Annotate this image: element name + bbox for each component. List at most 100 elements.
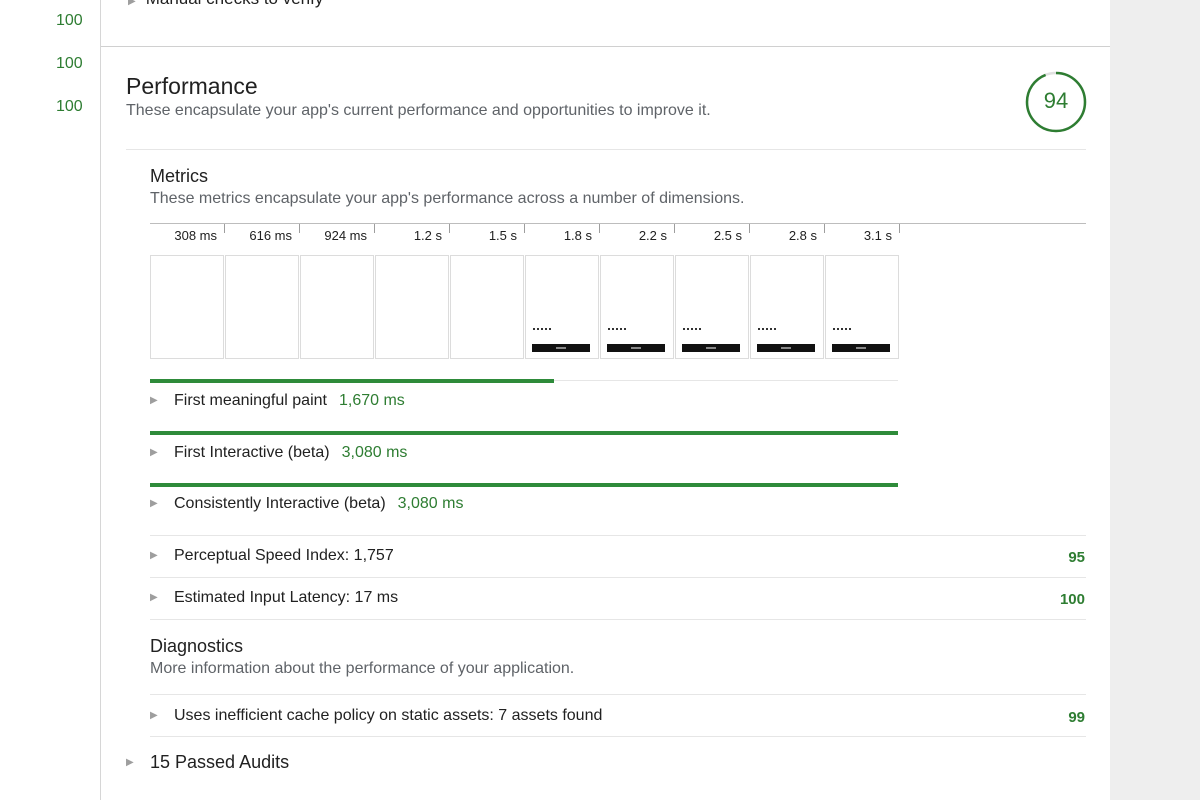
row-divider: [150, 694, 1086, 695]
metrics-description: These metrics encapsulate your app's per…: [150, 190, 745, 207]
timeline-label: 1.8 s: [563, 228, 592, 243]
performance-score: 94: [1043, 88, 1069, 113]
audit-label: Perceptual Speed Index: 1,757: [174, 547, 394, 564]
right-gutter: [1110, 0, 1200, 800]
audit-score: 95: [1068, 549, 1085, 566]
timeline-label: 308 ms: [174, 228, 217, 243]
filmstrip-timeline: 308 ms 616 ms 924 ms 1.2 s 1.5 s 1.8 s 2…: [150, 224, 900, 248]
timeline-label: 924 ms: [324, 228, 367, 243]
metric-bar-fill: [150, 483, 898, 487]
section-divider: [101, 46, 1110, 47]
row-divider: [150, 736, 1086, 737]
triangle-right-icon: ▶: [150, 498, 158, 509]
metric-value: 3,080 ms: [341, 444, 408, 461]
filmstrip-frame: [750, 255, 824, 359]
passed-audits-label: 15 Passed Audits: [150, 752, 290, 772]
triangle-right-icon: ▶: [150, 447, 158, 458]
triangle-right-icon: ▶: [150, 592, 158, 603]
filmstrip-frame: [675, 255, 749, 359]
filmstrip-frame: [825, 255, 899, 359]
metrics-title: Metrics: [150, 166, 208, 186]
timeline-tick: [824, 224, 825, 233]
filmstrip-frame: [450, 255, 524, 359]
frame-content: [556, 347, 566, 349]
audit-label: Estimated Input Latency: 17 ms: [174, 589, 399, 606]
filmstrip: [150, 255, 900, 359]
filmstrip-frame: [600, 255, 674, 359]
sidebar-divider: [100, 0, 101, 800]
timeline-label: 1.2 s: [413, 228, 442, 243]
frame-content: [833, 328, 851, 333]
frame-content: [781, 347, 791, 349]
triangle-right-icon: ▶: [150, 395, 158, 406]
filmstrip-frame: [375, 255, 449, 359]
triangle-right-icon: ▶: [150, 710, 158, 721]
audit-score: 99: [1068, 709, 1085, 726]
category-score-column: 100 100 100: [0, 0, 100, 800]
performance-title: Performance: [126, 73, 258, 99]
metric-label: First Interactive (beta): [174, 444, 330, 461]
timeline-label: 616 ms: [249, 228, 292, 243]
frame-content: [706, 347, 716, 349]
frame-content: [532, 344, 590, 352]
frame-content: [682, 344, 740, 352]
row-divider: [150, 535, 1086, 536]
timeline-label: 1.5 s: [488, 228, 517, 243]
timeline-tick: [224, 224, 225, 233]
row-divider: [150, 619, 1086, 620]
audit-label: Uses inefficient cache policy on static …: [174, 707, 603, 724]
frame-content: [608, 328, 626, 333]
timeline-label: 2.5 s: [713, 228, 742, 243]
frame-content: [631, 347, 641, 349]
passed-audits-toggle[interactable]: ▶ 15 Passed Audits: [126, 752, 289, 773]
audit-row[interactable]: ▶ Estimated Input Latency: 17 ms: [150, 589, 398, 607]
triangle-right-icon: ▶: [126, 757, 134, 768]
metric-row[interactable]: ▶ Consistently Interactive (beta) 3,080 ms: [150, 495, 463, 513]
frame-content: [533, 328, 551, 333]
timeline-label: 3.1 s: [863, 228, 892, 243]
timeline-tick: [374, 224, 375, 233]
frame-content: [607, 344, 665, 352]
diagnostics-title: Diagnostics: [150, 636, 244, 656]
row-divider: [150, 577, 1086, 578]
filmstrip-frame: [150, 255, 224, 359]
frame-content: [683, 328, 701, 333]
timeline-tick: [524, 224, 525, 233]
timeline-tick: [299, 224, 300, 233]
metric-label: Consistently Interactive (beta): [174, 495, 386, 512]
timeline-tick: [599, 224, 600, 233]
category-score[interactable]: 100: [56, 98, 83, 116]
category-score[interactable]: 100: [56, 12, 83, 30]
audit-row[interactable]: ▶ Uses inefficient cache policy on static…: [150, 707, 602, 725]
audit-row[interactable]: ▶ Perceptual Speed Index: 1,757: [150, 547, 394, 565]
metric-row[interactable]: ▶ First meaningful paint 1,670 ms: [150, 392, 405, 410]
frame-content: [832, 344, 890, 352]
filmstrip-frame: [525, 255, 599, 359]
filmstrip-frame: [225, 255, 299, 359]
metric-row[interactable]: ▶ First Interactive (beta) 3,080 ms: [150, 444, 407, 462]
manual-checks-row[interactable]: ▶ Manual checks to verify: [128, 0, 323, 9]
triangle-right-icon: ▶: [150, 550, 158, 561]
divider: [126, 149, 1086, 150]
metric-value: 3,080 ms: [397, 495, 464, 512]
timeline-tick: [899, 224, 900, 233]
frame-content: [757, 344, 815, 352]
frame-content: [856, 347, 866, 349]
diagnostics-description: More information about the performance o…: [150, 660, 575, 677]
metric-bar-fill: [150, 379, 554, 383]
metric-bar-fill: [150, 431, 898, 435]
metric-value: 1,670 ms: [338, 392, 405, 409]
timeline-label: 2.8 s: [788, 228, 817, 243]
frame-content: [758, 328, 776, 333]
timeline-tick: [449, 224, 450, 233]
metric-label: First meaningful paint: [174, 392, 327, 409]
triangle-right-icon: ▶: [128, 0, 136, 7]
timeline-tick: [674, 224, 675, 233]
timeline-label: 2.2 s: [638, 228, 667, 243]
filmstrip-frame: [300, 255, 374, 359]
timeline-tick: [749, 224, 750, 233]
manual-checks-label: Manual checks to verify: [146, 0, 324, 8]
performance-description: These encapsulate your app's current per…: [126, 102, 711, 119]
audit-score: 100: [1059, 591, 1085, 608]
category-score[interactable]: 100: [56, 55, 83, 73]
